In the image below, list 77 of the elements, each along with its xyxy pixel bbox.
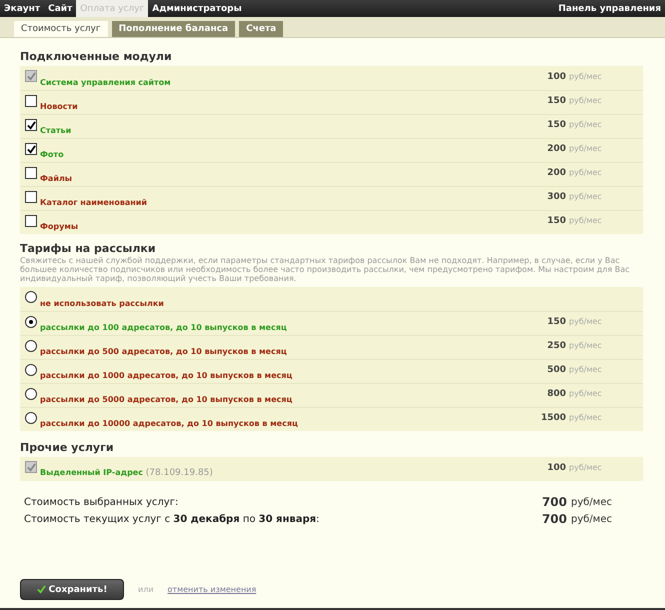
price-amount: 500 — [547, 365, 566, 375]
radio-button[interactable] — [25, 291, 37, 303]
checkbox[interactable] — [25, 215, 37, 227]
nav-item[interactable]: Сайт — [44, 0, 76, 17]
service-name: Выделенный IP-адрес (78.109.19.85) — [40, 468, 214, 478]
price-unit: руб/мес — [569, 413, 603, 422]
checkbox[interactable] — [25, 143, 37, 155]
tab[interactable]: Стоимость услуг — [14, 21, 108, 37]
price-amount: 250 — [547, 341, 566, 351]
price-unit: руб/мес — [569, 120, 603, 129]
price-amount: 300 — [547, 192, 566, 202]
price-unit: руб/мес — [569, 365, 603, 374]
total-label: Стоимость выбранных услуг: — [24, 496, 180, 508]
section-title: Прочие услуги — [20, 441, 115, 454]
radio-button[interactable] — [25, 316, 37, 328]
price-amount: 150 — [547, 120, 566, 130]
nav-item[interactable]: Администраторы — [148, 0, 246, 17]
price-amount: 100 — [547, 462, 566, 472]
price-amount: 150 — [547, 96, 566, 106]
price-amount: 800 — [547, 389, 566, 399]
service-name: Файлы — [40, 174, 74, 183]
radio-button[interactable] — [25, 364, 37, 376]
service-name: Форумы — [40, 222, 80, 231]
total-label: Стоимость текущих услуг с 30 декабря по 30 января: — [24, 514, 320, 524]
radio-button[interactable] — [25, 340, 37, 352]
cancel-link[interactable]: отменить изменения — [168, 585, 256, 594]
price-amount: 150 — [547, 317, 566, 327]
price-unit: руб/мес — [569, 317, 603, 326]
price-amount: 200 — [547, 168, 566, 178]
radio-button[interactable] — [25, 388, 37, 400]
nav-item[interactable]: Экаунт — [0, 0, 44, 17]
total-amount: 700 — [540, 495, 567, 509]
tariff-name: рассылки до 5000 адресатов, до 10 выпусков в месяц — [40, 395, 294, 404]
check-icon — [26, 120, 36, 130]
tab[interactable]: Счета — [239, 21, 284, 37]
price-amount: 200 — [547, 144, 566, 154]
save-button[interactable]: Сохранить! — [20, 579, 124, 600]
price-amount: 100 — [547, 72, 566, 82]
checkbox[interactable] — [25, 191, 37, 203]
price-unit: руб/мес — [569, 389, 603, 398]
price-unit: руб/мес — [569, 216, 603, 225]
tariff-name: рассылки до 100 адресатов, до 10 выпусков в месяц — [40, 323, 288, 332]
tariff-name: рассылки до 1000 адресатов, до 10 выпусков в месяц — [40, 371, 294, 380]
service-name: Новости — [40, 102, 79, 111]
price-unit: руб/мес — [569, 144, 603, 153]
total-amount: 700 — [540, 512, 567, 526]
price-amount: 150 — [547, 216, 566, 226]
total-unit: руб/мес — [571, 514, 613, 524]
check-icon — [26, 144, 36, 154]
price-unit: руб/мес — [569, 96, 603, 105]
or-text: или — [138, 585, 154, 594]
control-panel-link[interactable]: Панель управления — [554, 0, 665, 17]
price-amount: 1500 — [540, 413, 566, 423]
total-unit: руб/мес — [571, 496, 613, 508]
tab[interactable]: Пополнение баланса — [112, 21, 236, 37]
price-unit: руб/мес — [569, 462, 603, 472]
price-unit: руб/мес — [569, 192, 603, 201]
checkbox[interactable] — [25, 167, 37, 179]
tariff-name: рассылки до 10000 адресатов, до 10 выпусков в месяц — [40, 419, 299, 428]
check-icon — [36, 585, 46, 594]
price-unit: руб/мес — [569, 168, 603, 177]
tariff-name: рассылки до 500 адресатов, до 10 выпусков в месяц — [40, 347, 288, 356]
section-description: Свяжитесь с нашей службой поддержки, если параметры стандартных тарифов рассылок Вам не подходят. Например, в случае, если у Вас большее количество подписчиков или необходимость более часто производить рассылки, чем предусмотрено тарифом. Мы настроим для Вас индивидуальный тариф, позволяющий учесть Ваши требования. — [20, 256, 631, 283]
service-name: Фото — [40, 150, 65, 159]
checkbox[interactable] — [25, 119, 37, 131]
checkbox[interactable] — [25, 95, 37, 107]
section-title: Тарифы на рассылки — [20, 242, 157, 255]
service-name: Статьи — [40, 126, 72, 135]
price-unit: руб/мес — [569, 72, 603, 80]
service-name: Каталог наименований — [40, 198, 148, 207]
price-unit: руб/мес — [569, 341, 603, 350]
check-icon — [26, 462, 36, 472]
service-name: Система управления сайтом — [40, 78, 172, 87]
check-icon — [26, 72, 36, 80]
radio-button[interactable] — [25, 412, 37, 424]
tariff-name: не использовать рассылки — [40, 299, 165, 308]
section-title: Подключенные модули — [20, 50, 173, 63]
